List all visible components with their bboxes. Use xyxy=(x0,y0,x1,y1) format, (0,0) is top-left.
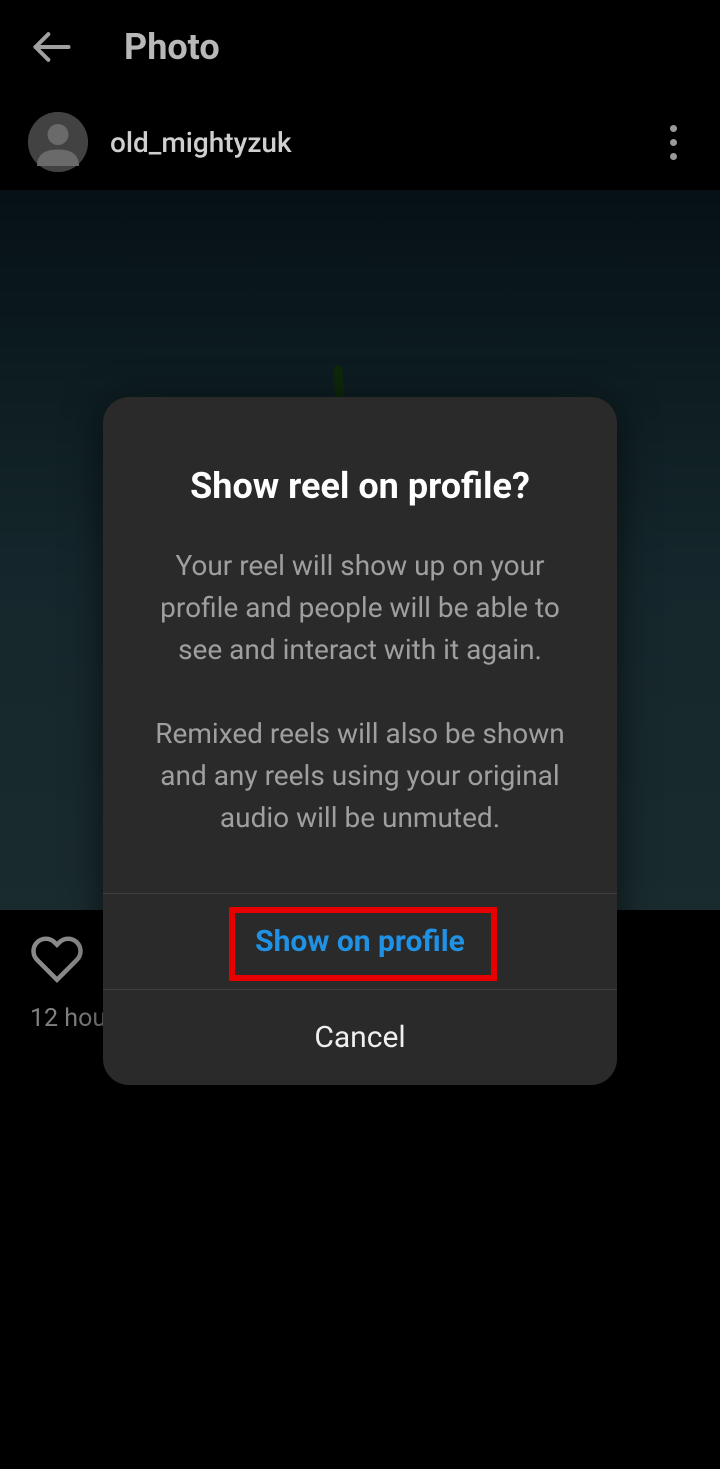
modal-overlay: Show reel on profile? Your reel will sho… xyxy=(0,0,720,1469)
dialog-body-text: Your reel will show up on your profile a… xyxy=(147,545,573,839)
cancel-label: Cancel xyxy=(314,1020,405,1055)
show-on-profile-label: Show on profile xyxy=(255,924,465,959)
dialog-title: Show reel on profile? xyxy=(147,465,573,507)
show-on-profile-button[interactable]: Show on profile xyxy=(103,893,617,989)
cancel-button[interactable]: Cancel xyxy=(103,989,617,1085)
confirm-dialog: Show reel on profile? Your reel will sho… xyxy=(103,397,617,1085)
